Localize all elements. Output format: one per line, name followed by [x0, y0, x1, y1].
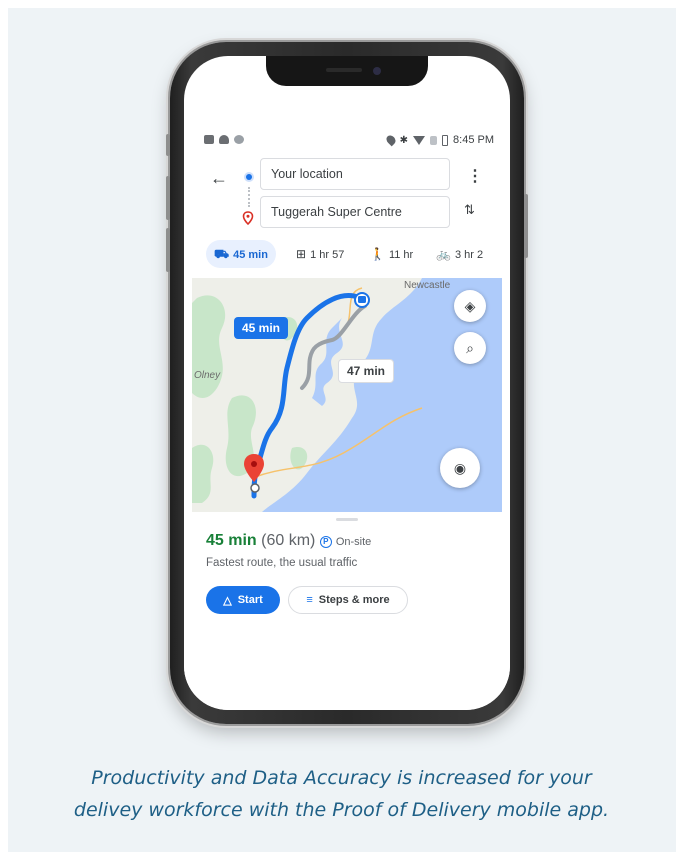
steps-and-more-button[interactable]: ≡ Steps & more — [288, 586, 408, 614]
caption-line-2: delivey workforce with the Proof of Deli… — [73, 799, 610, 821]
battery-icon — [442, 134, 449, 146]
signal-icon — [430, 135, 438, 145]
caption-line-1: Productivity and Data Accuracy is increa… — [91, 767, 592, 789]
travel-mode-tabs: ⛟ 45 min ⊞ 1 hr 57 🚶 11 hr 🚲 3 hr 2 — [184, 240, 510, 270]
destination-field[interactable]: Tuggerah Super Centre — [260, 196, 450, 228]
more-options-icon[interactable]: ⋮ — [467, 166, 483, 186]
front-camera — [373, 67, 381, 75]
volume-down-button — [166, 228, 170, 272]
bluetooth-icon: ✱ — [399, 134, 409, 146]
list-icon: ≡ — [306, 594, 313, 606]
map-label-newcastle: Newcastle — [404, 280, 451, 291]
route-summary-sheet: 45 min (60 km) P On-site Fastest route, t… — [184, 512, 510, 710]
notification-icon — [204, 135, 214, 144]
sheet-drag-handle[interactable] — [336, 518, 358, 521]
wifi-icon — [413, 135, 426, 145]
start-button[interactable]: △ Start — [206, 586, 280, 614]
search-icon[interactable]: ⌕ — [454, 332, 486, 364]
power-button — [524, 194, 528, 258]
destination-pin-icon — [242, 211, 254, 225]
status-time: 8:45 PM — [453, 134, 494, 146]
origin-dot-icon — [246, 174, 252, 180]
mode-tab-walking[interactable]: 🚶 11 hr — [362, 240, 421, 268]
caption: Productivity and Data Accuracy is increa… — [20, 762, 663, 826]
cloud-icon — [219, 135, 229, 144]
phone-mockup: ✱ 8:45 PM ← Your location Tuggerah Super… — [166, 42, 528, 724]
my-location-icon[interactable]: ◉ — [440, 448, 480, 488]
route-description: Fastest route, the usual traffic — [206, 557, 358, 569]
map-label-olney: Olney — [194, 370, 221, 381]
bike-icon: 🚲 — [436, 247, 451, 261]
status-bar: ✱ 8:45 PM — [198, 133, 496, 150]
parking-label: On-site — [335, 536, 372, 548]
mode-tab-driving[interactable]: ⛟ 45 min — [206, 240, 276, 268]
mute-switch — [166, 134, 170, 156]
navigation-arrow-icon: △ — [223, 594, 232, 607]
location-icon — [384, 133, 398, 147]
phone-screen: ✱ 8:45 PM ← Your location Tuggerah Super… — [184, 56, 510, 710]
car-icon: ⛟ — [214, 247, 230, 261]
walk-icon: 🚶 — [370, 247, 385, 261]
shield-icon — [234, 135, 244, 144]
route-map[interactable]: Newcastle Olney 45 min 47 min ◈ ⌕ ◉ — [192, 278, 502, 512]
primary-route-label[interactable]: 45 min — [234, 317, 289, 339]
layers-icon[interactable]: ◈ — [454, 290, 486, 322]
speaker — [326, 68, 362, 72]
mode-tab-cycling[interactable]: 🚲 3 hr 2 — [428, 240, 491, 268]
transit-icon: ⊞ — [296, 247, 307, 261]
eta-time: 45 min — [206, 532, 257, 549]
route-eta: 45 min (60 km) P On-site — [206, 532, 371, 550]
notch — [266, 56, 428, 86]
parking-icon: P — [319, 536, 332, 548]
origin-field[interactable]: Your location — [260, 158, 450, 190]
swap-directions-icon[interactable]: ⇅ — [464, 202, 475, 218]
mode-tab-transit[interactable]: ⊞ 1 hr 57 — [288, 240, 352, 268]
volume-up-button — [166, 176, 170, 220]
back-arrow-icon[interactable]: ← — [210, 168, 228, 189]
eta-distance: (60 km) — [261, 532, 316, 549]
route-connector — [248, 187, 250, 207]
alternate-route-label[interactable]: 47 min — [338, 359, 395, 383]
